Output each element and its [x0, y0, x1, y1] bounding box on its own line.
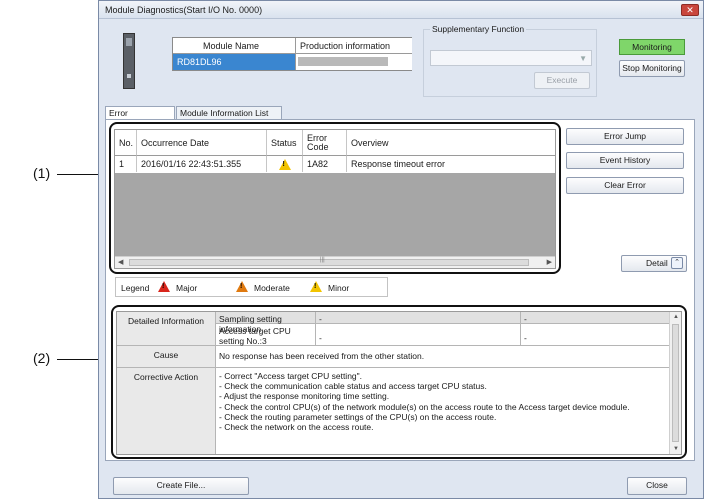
legend-title: Legend	[121, 283, 150, 293]
corrective-action-label: Corrective Action	[117, 368, 216, 454]
detail-col3-header: -	[521, 312, 671, 324]
cause-label: Cause	[117, 346, 216, 368]
tab-module-information-list[interactable]: Module Information List	[176, 106, 282, 120]
production-info-header: Production information	[296, 38, 412, 54]
window-title: Module Diagnostics(Start I/O No. 0000)	[105, 5, 263, 15]
col-header-no[interactable]: No.	[115, 130, 137, 156]
col-header-status[interactable]: Status	[267, 130, 303, 156]
monitoring-status-badge: Monitoring	[619, 39, 685, 55]
event-history-button[interactable]: Event History	[566, 152, 684, 169]
scroll-left-icon[interactable]: ◀	[118, 258, 123, 266]
col-header-overview[interactable]: Overview	[347, 130, 555, 156]
module-info-table: Module Name Production information RD81D…	[172, 37, 412, 71]
clear-error-button[interactable]: Clear Error	[566, 177, 684, 194]
legend-major: Major	[176, 283, 198, 293]
minor-warning-icon: !	[278, 159, 291, 170]
supplementary-function-group: Supplementary Function ▼ Execute	[423, 24, 597, 97]
scroll-right-icon[interactable]: ▶	[547, 258, 552, 266]
detail-button[interactable]: Detail ⌃	[621, 255, 687, 272]
detail-col1-header: Sampling setting information	[216, 312, 316, 334]
module-diagnostics-window: Module Diagnostics(Start I/O No. 0000) ✕…	[98, 0, 704, 499]
legend-minor: Minor	[328, 283, 350, 293]
window-close-button[interactable]: ✕	[681, 4, 699, 16]
detail-row-value-2: -	[316, 324, 521, 346]
create-file-button[interactable]: Create File...	[113, 477, 249, 495]
corrective-action-text: - Correct "Access target CPU setting". -…	[219, 371, 630, 433]
minor-error-icon: !	[310, 281, 322, 294]
major-error-icon: !	[158, 281, 170, 294]
row-occurrence-date: 2016/01/16 22:43:51.355	[137, 156, 267, 172]
severity-legend: Legend ! Major ! Moderate ! Minor	[115, 277, 388, 297]
production-info-value[interactable]	[296, 54, 412, 70]
moderate-error-icon: !	[236, 281, 248, 294]
col-header-occurrence-date[interactable]: Occurrence Date	[137, 130, 267, 156]
scrollbar-thumb[interactable]	[672, 324, 679, 442]
detailed-information-label: Detailed Information	[117, 312, 216, 346]
detail-col2-header: -	[316, 312, 521, 324]
supplementary-function-select[interactable]: ▼	[430, 50, 592, 66]
chevron-down-icon: ▼	[579, 54, 587, 63]
row-error-code: 1A82	[303, 156, 347, 172]
supplementary-function-label: Supplementary Function	[430, 24, 527, 34]
col-header-error-code[interactable]: Error Code	[303, 130, 347, 156]
production-info-redacted	[298, 57, 388, 66]
error-jump-button[interactable]: Error Jump	[566, 128, 684, 145]
callout-1: (1)	[33, 165, 51, 181]
execute-button[interactable]: Execute	[534, 72, 590, 89]
callout-2: (2)	[33, 350, 51, 366]
detail-button-label: Detail	[646, 258, 668, 268]
error-detail-table[interactable]: Detailed Information Sampling setting in…	[116, 311, 682, 455]
scroll-down-icon[interactable]: ▼	[673, 446, 679, 452]
vertical-scrollbar[interactable]: ▲ ▼	[669, 312, 681, 454]
detail-row-value-3: -	[521, 324, 671, 346]
scrollbar-thumb[interactable]	[129, 259, 529, 266]
title-bar: Module Diagnostics(Start I/O No. 0000) ✕	[99, 1, 703, 19]
scrollbar-grip-icon: |||	[320, 257, 325, 263]
module-name-header: Module Name	[173, 38, 296, 54]
row-no: 1	[115, 156, 137, 172]
module-hardware-icon	[123, 33, 135, 89]
close-button[interactable]: Close	[627, 477, 687, 495]
horizontal-scrollbar[interactable]: ◀ ||| ▶	[115, 256, 555, 268]
detail-row-label: Access target CPU setting No.:3	[216, 324, 316, 346]
scroll-up-icon[interactable]: ▲	[673, 314, 679, 320]
error-list-table[interactable]: No. Occurrence Date Status Error Code Ov…	[114, 129, 556, 269]
stop-monitoring-button[interactable]: Stop Monitoring	[619, 60, 685, 77]
module-name-value[interactable]: RD81DL96	[173, 54, 296, 70]
collapse-up-icon: ⌃	[671, 257, 683, 269]
empty-list-area	[115, 173, 555, 257]
row-status: !	[267, 156, 303, 172]
row-overview: Response timeout error	[351, 159, 446, 169]
cause-text: No response has been received from the o…	[216, 346, 671, 368]
legend-moderate: Moderate	[254, 283, 290, 293]
